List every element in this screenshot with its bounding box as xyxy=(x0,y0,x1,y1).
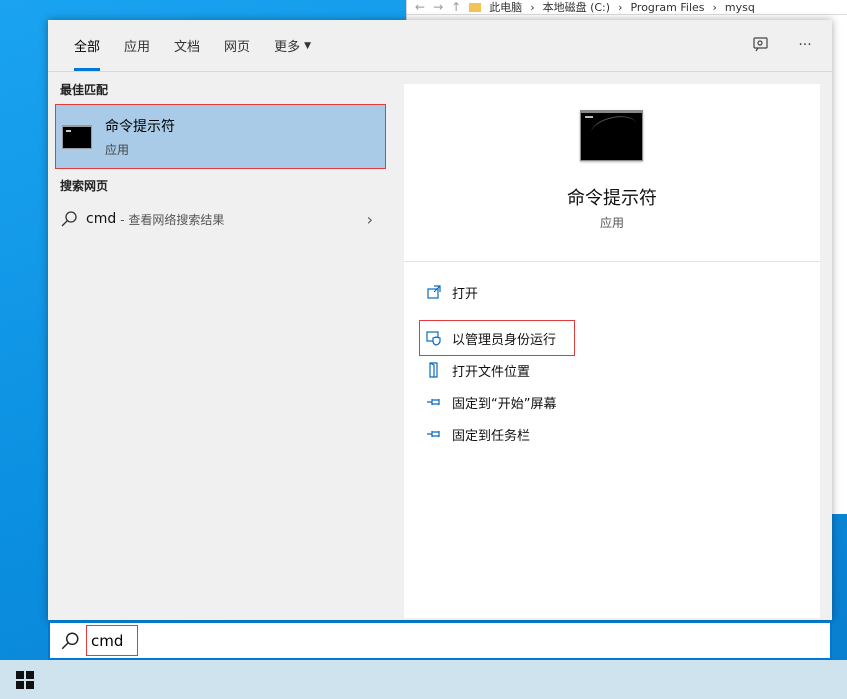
search-icon xyxy=(61,211,77,227)
divider xyxy=(407,14,847,15)
pin-icon xyxy=(426,426,442,442)
taskbar-search-box[interactable] xyxy=(48,621,832,660)
admin-shield-icon xyxy=(426,330,442,346)
tab-label: 网页 xyxy=(224,40,251,55)
section-title-web: 搜索网页 xyxy=(60,179,109,193)
taskbar xyxy=(0,660,847,699)
filter-tabs: 全部 应用 文档 网页 更多 ▼ xyxy=(48,20,832,71)
folder-icon xyxy=(469,2,482,12)
annotation-highlight-box xyxy=(86,625,138,656)
pin-icon xyxy=(426,394,442,410)
tab-web[interactable]: 网页 xyxy=(212,20,262,71)
chevron-down-icon: ▼ xyxy=(304,40,311,51)
breadcrumb-item[interactable]: 此电脑 xyxy=(489,0,522,14)
divider xyxy=(404,261,820,262)
section-title-best-match: 最佳匹配 xyxy=(60,83,109,97)
command-prompt-large-icon xyxy=(580,110,643,161)
action-label: 打开 xyxy=(452,286,479,302)
web-query-hint: - 查看网络搜索结果 xyxy=(120,212,225,227)
search-input[interactable] xyxy=(87,631,135,650)
tab-label: 应用 xyxy=(124,40,151,55)
more-options-icon[interactable]: ··· xyxy=(794,34,816,56)
result-type: 应用 xyxy=(105,142,130,157)
start-search-panel: 全部 应用 文档 网页 更多▼ ··· 最佳匹配 命令提示符 应用 搜索网页 xyxy=(48,20,832,620)
detail-title: 命令提示符 xyxy=(567,188,657,209)
action-pin-to-start[interactable]: 固定到“开始”屏幕 xyxy=(426,390,556,414)
breadcrumb-separator: › xyxy=(530,0,535,14)
up-arrow-icon[interactable]: ↑ xyxy=(451,0,461,14)
search-icon xyxy=(61,632,79,649)
web-search-result[interactable]: cmd - 查看网络搜索结果 › xyxy=(48,204,391,234)
windows-start-icon[interactable] xyxy=(16,671,34,689)
breadcrumb-separator: › xyxy=(618,0,623,14)
tab-label: 全部 xyxy=(74,40,101,55)
open-icon xyxy=(426,284,442,300)
detail-type: 应用 xyxy=(599,216,624,230)
web-query-text: cmd xyxy=(86,211,117,227)
action-label: 打开文件位置 xyxy=(452,364,531,380)
tab-more[interactable]: 更多 ▼ xyxy=(262,20,323,71)
tab-all[interactable]: 全部 xyxy=(62,20,112,71)
action-label: 固定到“开始”屏幕 xyxy=(452,396,557,412)
tab-apps[interactable]: 应用 xyxy=(112,20,162,71)
back-arrow-icon[interactable]: ← xyxy=(415,0,425,14)
action-label: 以管理员身份运行 xyxy=(452,332,557,348)
tab-documents[interactable]: 文档 xyxy=(162,20,212,71)
chevron-right-icon[interactable]: › xyxy=(367,210,373,229)
result-name: 命令提示符 xyxy=(105,118,175,135)
result-detail-pane: 命令提示符 应用 打开 以管理员身份运行 打开文件位置 固定到“开始”屏幕 固定… xyxy=(404,84,820,618)
breadcrumb-item[interactable]: mysq xyxy=(725,1,755,14)
breadcrumb-item[interactable]: Program Files xyxy=(630,1,704,14)
breadcrumb-item[interactable]: 本地磁盘 (C:) xyxy=(543,0,610,14)
best-match-item[interactable]: 命令提示符 应用 xyxy=(55,104,386,169)
action-run-as-admin[interactable]: 以管理员身份运行 xyxy=(426,326,556,350)
action-pin-to-taskbar[interactable]: 固定到任务栏 xyxy=(426,422,530,446)
tab-label: 文档 xyxy=(174,40,201,55)
tab-label: 更多 xyxy=(274,40,301,55)
results-list: 最佳匹配 命令提示符 应用 搜索网页 cmd - 查看网络搜索结果 › xyxy=(48,72,391,620)
breadcrumb-separator: › xyxy=(712,0,717,14)
file-location-icon xyxy=(426,362,442,378)
feedback-icon[interactable] xyxy=(750,34,772,56)
action-open-file-location[interactable]: 打开文件位置 xyxy=(426,358,530,382)
forward-arrow-icon[interactable]: → xyxy=(433,0,443,14)
command-prompt-icon xyxy=(62,124,92,149)
action-label: 固定到任务栏 xyxy=(452,428,531,444)
explorer-address-bar[interactable]: ← → ↑ 此电脑 › 本地磁盘 (C:) › Program Files › … xyxy=(407,0,847,14)
panel-actions: ··· xyxy=(750,34,816,56)
action-open[interactable]: 打开 xyxy=(426,280,478,304)
